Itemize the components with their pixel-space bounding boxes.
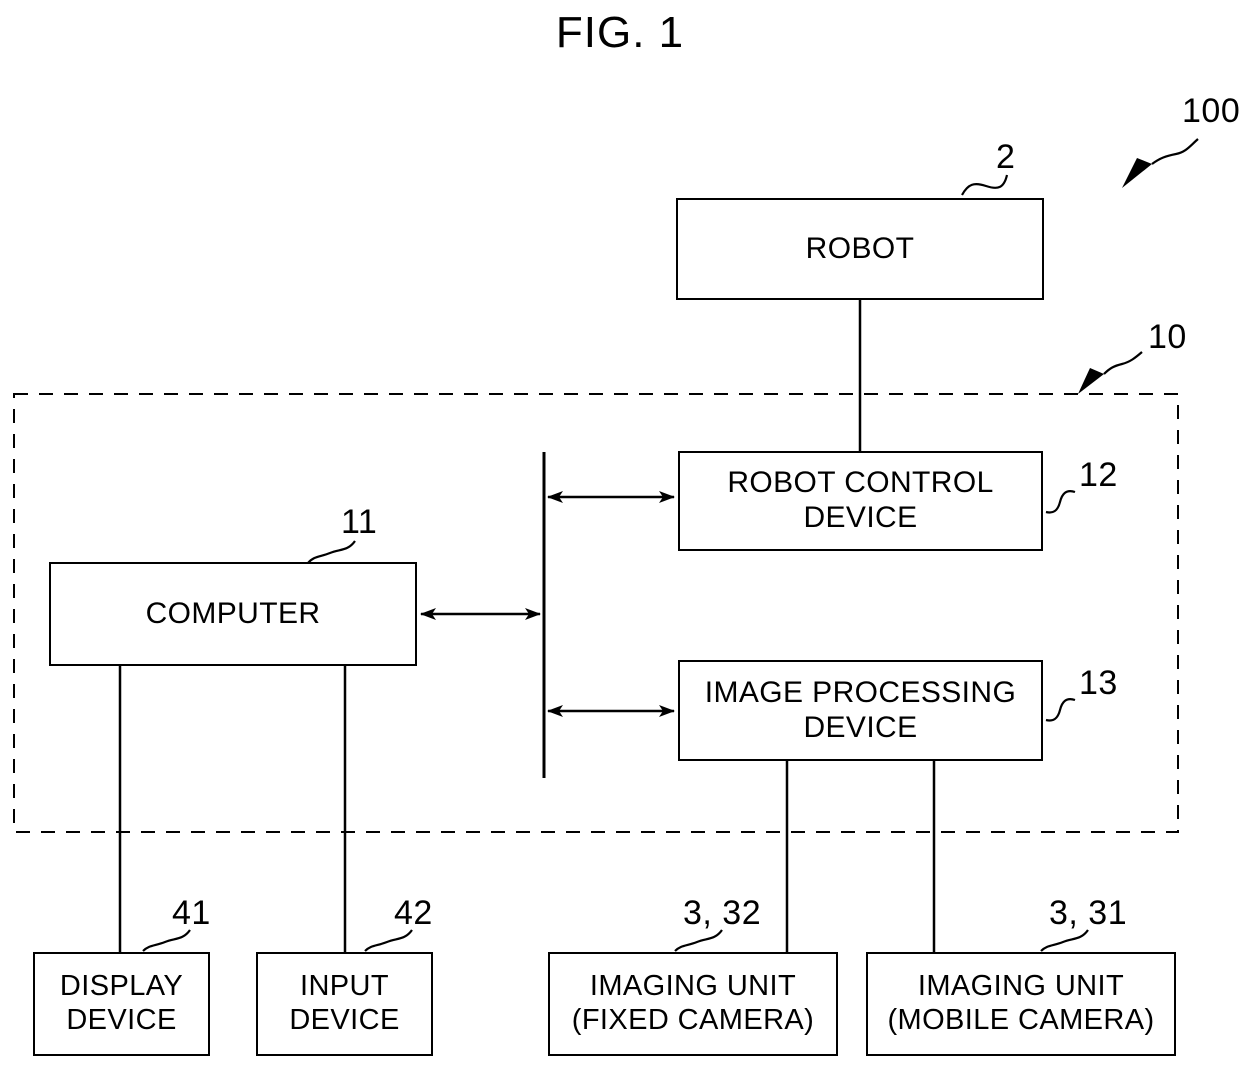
ref-numeral-13: 13 <box>1079 664 1118 702</box>
node-input-device-label: INPUT DEVICE <box>289 970 400 1036</box>
leader-line-41 <box>142 929 191 952</box>
node-robot[interactable]: ROBOT <box>676 198 1044 300</box>
node-computer-label: COMPUTER <box>145 596 321 630</box>
node-image-processing-device[interactable]: IMAGE PROCESSING DEVICE <box>678 660 1043 761</box>
leader-line-2 <box>961 174 1009 196</box>
node-image-processing-device-label: IMAGE PROCESSING DEVICE <box>704 675 1017 744</box>
leader-line-10 <box>1103 351 1143 375</box>
ref-numeral-100: 100 <box>1182 92 1240 130</box>
node-robot-control-device[interactable]: ROBOT CONTROL DEVICE <box>678 451 1043 551</box>
node-computer[interactable]: COMPUTER <box>49 562 417 666</box>
node-display-device[interactable]: DISPLAY DEVICE <box>33 952 210 1056</box>
node-robot-control-device-label: ROBOT CONTROL DEVICE <box>727 466 994 534</box>
leader-arrowhead-10 <box>1078 368 1104 394</box>
leader-line-13 <box>1045 698 1076 722</box>
ref-numeral-2: 2 <box>996 138 1016 176</box>
leader-line-3-32 <box>674 929 723 952</box>
node-imaging-unit-mobile-camera[interactable]: IMAGING UNIT (MOBILE CAMERA) <box>866 952 1176 1056</box>
node-robot-label: ROBOT <box>805 231 915 265</box>
ref-numeral-11: 11 <box>341 503 378 541</box>
patent-figure: FIG. 1 ROBOT ROBOT CONTROL DEVICE IMAGE … <box>0 0 1240 1074</box>
node-imaging-unit-mobile-camera-label: IMAGING UNIT (MOBILE CAMERA) <box>887 970 1155 1036</box>
ref-numeral-12: 12 <box>1079 456 1118 494</box>
leader-line-3-31 <box>1040 929 1089 952</box>
leader-line-12 <box>1045 490 1076 514</box>
leader-line-11 <box>307 540 356 564</box>
leader-arrowhead-100 <box>1122 158 1152 188</box>
ref-numeral-3-32: 3, 32 <box>683 894 762 932</box>
node-input-device[interactable]: INPUT DEVICE <box>256 952 433 1056</box>
leader-line-100 <box>1151 138 1199 165</box>
ref-numeral-42: 42 <box>394 894 433 932</box>
node-imaging-unit-fixed-camera-label: IMAGING UNIT (FIXED CAMERA) <box>571 970 815 1036</box>
ref-numeral-3-31: 3, 31 <box>1049 894 1128 932</box>
ref-numeral-41: 41 <box>172 894 211 932</box>
ref-numeral-10: 10 <box>1148 318 1187 356</box>
leader-line-42 <box>364 929 413 952</box>
node-imaging-unit-fixed-camera[interactable]: IMAGING UNIT (FIXED CAMERA) <box>548 952 838 1056</box>
node-display-device-label: DISPLAY DEVICE <box>59 970 184 1036</box>
